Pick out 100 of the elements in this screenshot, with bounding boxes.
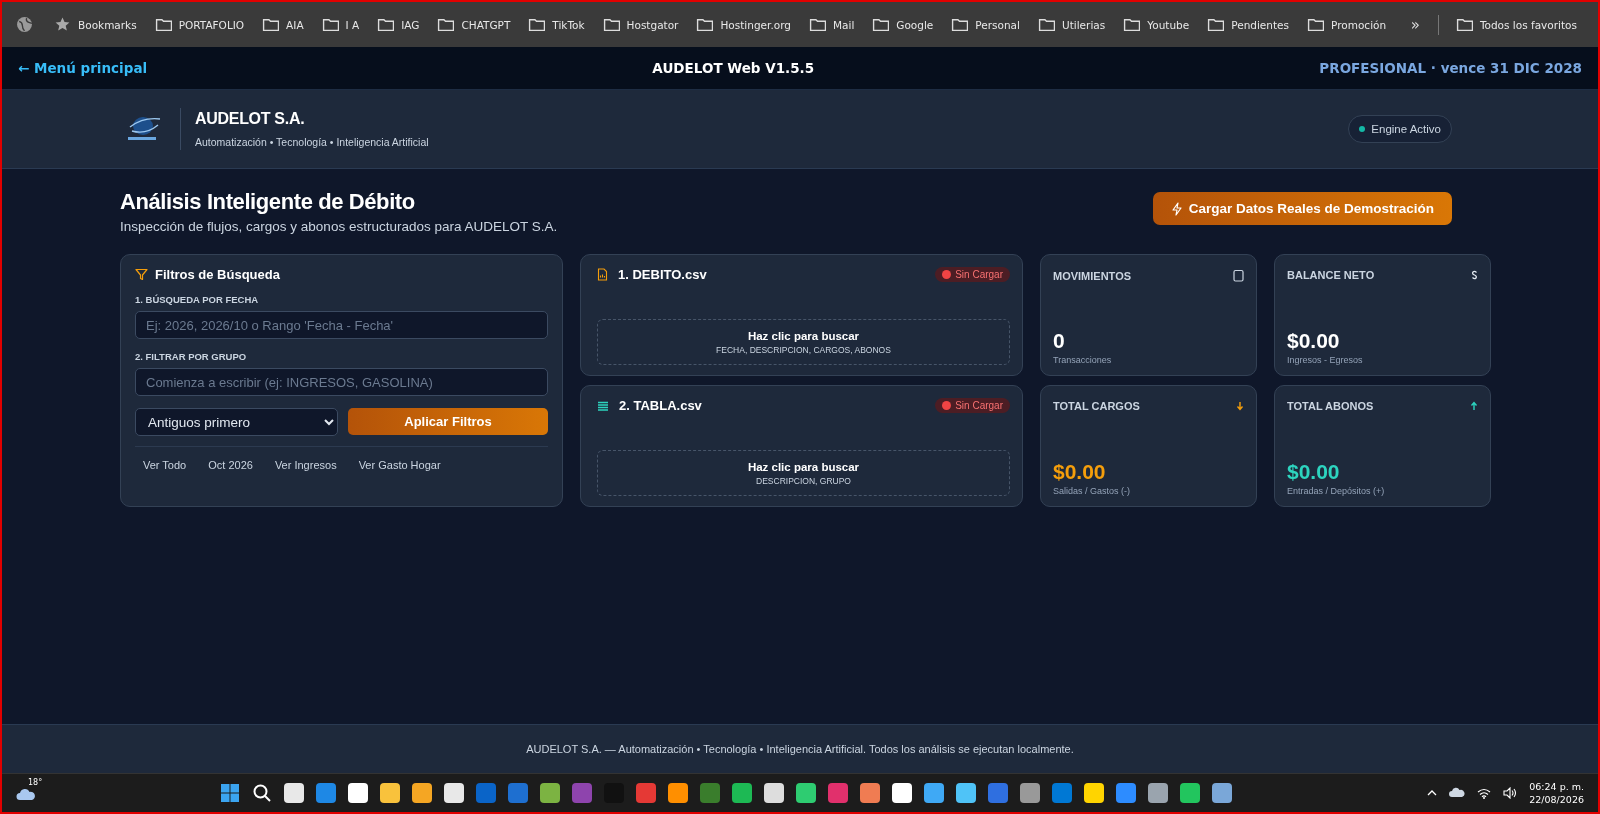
app-icon[interactable] <box>380 783 400 803</box>
globe-icon[interactable] <box>16 16 33 33</box>
app-icon[interactable] <box>668 783 688 803</box>
bookmark-item[interactable]: Utilerias <box>1030 12 1113 37</box>
folder-icon <box>377 16 395 33</box>
stat-label: TOTAL CARGOS <box>1053 400 1140 412</box>
input-field[interactable]: Comienza a escribir (ej: INGRESOS, GASOLINA) <box>135 368 548 396</box>
folder-icon <box>262 16 280 33</box>
folder-icon <box>1123 16 1141 33</box>
temperature-label: 18° <box>28 778 43 787</box>
bookmark-item[interactable]: Bookmarks <box>47 12 144 37</box>
app-icon[interactable] <box>1180 783 1200 803</box>
bookmark-item[interactable]: PORTAFOLIO <box>147 12 252 37</box>
bookmark-item[interactable]: Promoción <box>1300 12 1394 37</box>
app-icon[interactable] <box>956 783 976 803</box>
app-icon[interactable] <box>636 783 656 803</box>
page-title: Análisis Inteligente de Débito <box>120 189 416 215</box>
arrow-down-icon <box>1236 401 1244 411</box>
app-icon[interactable] <box>924 783 944 803</box>
apply-filters-button[interactable]: Aplicar Filtros <box>348 408 548 435</box>
app-icon[interactable] <box>412 783 432 803</box>
company-name: AUDELOT S.A. <box>195 110 306 128</box>
bookmark-item[interactable]: I A <box>314 12 367 37</box>
folder-icon <box>1037 16 1055 33</box>
cloud-icon[interactable] <box>1449 787 1466 799</box>
bookmark-item[interactable]: Google <box>865 12 941 37</box>
footer-text: AUDELOT S.A. — Automatización • Tecnología • Inteligencia Artificial. Todos los análisis se ejecutan localmente. <box>526 743 1074 755</box>
app-icon[interactable] <box>508 783 528 803</box>
app-icon[interactable] <box>348 783 368 803</box>
app-icon[interactable] <box>1116 783 1136 803</box>
app-icon[interactable] <box>860 783 880 803</box>
stat-caption: Entradas / Depósitos (+) <box>1287 486 1386 496</box>
folder-icon <box>1307 16 1325 33</box>
weather-cloud-icon[interactable] <box>16 788 36 802</box>
chevron-up-icon[interactable] <box>1427 790 1438 796</box>
filter-icon <box>135 268 148 281</box>
app-icon[interactable] <box>540 783 560 803</box>
wifi-icon[interactable] <box>1477 787 1492 799</box>
app-icon[interactable] <box>1084 783 1104 803</box>
app-icon[interactable] <box>284 783 304 803</box>
folder-icon <box>808 16 826 33</box>
arrow-up-icon <box>1470 401 1478 411</box>
app-icon[interactable] <box>316 783 336 803</box>
sort-dropdown[interactable]: Antiguos primero <box>135 408 338 436</box>
more-bookmarks-button[interactable]: » <box>1402 15 1428 34</box>
stat-value: $0.00 <box>1287 460 1341 484</box>
folder-icon <box>154 16 172 33</box>
app-icon[interactable] <box>828 783 848 803</box>
clock-time[interactable]: 06:24 p. m. <box>1529 779 1584 793</box>
app-icon[interactable] <box>444 783 464 803</box>
app-icon[interactable] <box>700 783 720 803</box>
stat-label: TOTAL ABONOS <box>1287 400 1374 412</box>
bookmark-item[interactable]: CHATGPT <box>430 12 518 37</box>
windows-start-icon[interactable] <box>220 783 240 803</box>
folder-icon <box>528 16 546 33</box>
quick-filter-button[interactable]: Oct 2026 <box>200 455 261 475</box>
quick-filter-button[interactable]: Ver Todo <box>135 455 195 475</box>
bookmark-item[interactable]: IAG <box>370 12 427 37</box>
file-status-badge: Sin Cargar <box>935 267 1010 282</box>
clipboard-icon <box>1233 269 1244 282</box>
list-icon <box>597 400 609 411</box>
lightning-icon <box>1170 201 1183 216</box>
quick-filter-button[interactable]: Ver Gasto Hogar <box>350 455 449 475</box>
input-field[interactable]: Ej: 2026, 2026/10 o Rango 'Fecha - Fecha' <box>135 311 548 339</box>
file-drop-zone[interactable]: Haz clic para buscar DESCRIPCION, GRUPO <box>597 450 1010 496</box>
clock-date[interactable]: 22/08/2026 <box>1529 793 1584 807</box>
bookmark-item[interactable]: Hostinger.org <box>689 12 798 37</box>
stat-label: BALANCE NETO <box>1287 269 1375 281</box>
filters-title: Filtros de Búsqueda <box>155 267 280 282</box>
app-icon[interactable] <box>892 783 912 803</box>
app-icon[interactable] <box>796 783 816 803</box>
bookmark-item[interactable]: AIA <box>255 12 311 37</box>
quick-filter-button[interactable]: Ver Ingresos <box>266 455 345 475</box>
field-label: 1. BÚSQUEDA POR FECHA <box>135 294 260 305</box>
bookmark-item[interactable]: Hostgator <box>595 12 686 37</box>
bookmark-item[interactable]: Mail <box>801 12 862 37</box>
app-icon[interactable] <box>1212 783 1232 803</box>
bookmark-item[interactable]: Todos los favoritos <box>1448 12 1584 37</box>
app-icon[interactable] <box>1020 783 1040 803</box>
app-icon[interactable] <box>988 783 1008 803</box>
bookmark-item[interactable]: TikTok <box>521 12 592 37</box>
folder-icon <box>602 16 620 33</box>
bookmark-item[interactable]: Pendientes <box>1200 12 1297 37</box>
app-title: AUDELOT Web V1.5.5 <box>652 60 815 76</box>
stat-value: $0.00 <box>1053 460 1107 484</box>
bookmark-item[interactable]: Personal <box>944 12 1027 37</box>
engine-status-label: Engine Activo <box>1371 123 1441 135</box>
app-icon[interactable] <box>1052 783 1072 803</box>
speaker-icon[interactable] <box>1503 787 1518 799</box>
app-icon[interactable] <box>732 783 752 803</box>
back-link[interactable]: ← Menú principal <box>18 60 148 76</box>
load-demo-button[interactable]: Cargar Datos Reales de Demostración <box>1152 192 1452 225</box>
search-icon[interactable] <box>252 783 272 803</box>
file-name: 1. DEBITO.csv <box>618 267 707 282</box>
dollar-icon <box>1471 270 1478 280</box>
app-icon[interactable] <box>764 783 784 803</box>
bookmark-item[interactable]: Youtube <box>1116 12 1197 37</box>
app-icon[interactable] <box>1148 783 1168 803</box>
company-tagline: Automatización • Tecnología • Inteligencia Artificial <box>195 136 429 148</box>
file-drop-zone[interactable]: Haz clic para buscar FECHA, DESCRIPCION, CARGOS, ABONOS <box>597 319 1010 365</box>
